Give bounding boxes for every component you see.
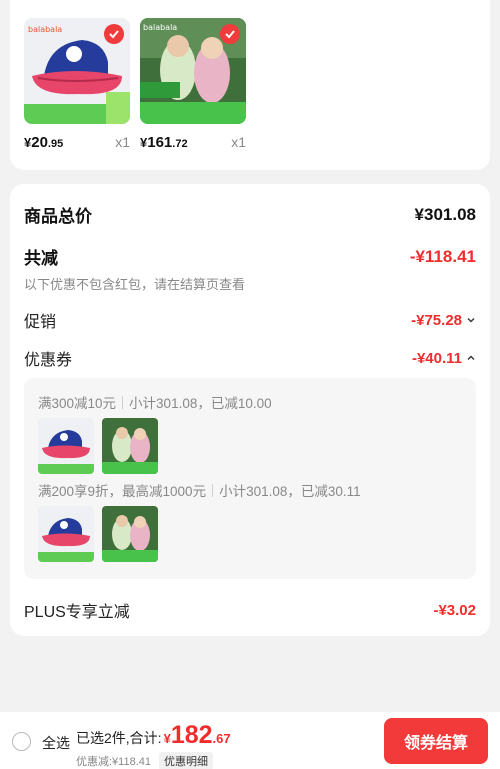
svg-text:balabala: balabala [28, 25, 62, 34]
promo-row[interactable]: 促销 -¥75.28 [24, 308, 476, 332]
chevron-up-icon[interactable] [466, 353, 476, 363]
total-discount-row: 共减 -¥118.41 [24, 244, 476, 269]
checkout-button[interactable]: 领券结算 [384, 718, 488, 764]
divider [122, 395, 124, 409]
product-quantity: x1 [115, 134, 130, 150]
coupon-value-wrap[interactable]: -¥40.11 [412, 350, 476, 367]
price-breakdown-card: 商品总价 ¥301.08 共减 -¥118.41 以下优惠不包含红包，请在结算页… [10, 184, 490, 636]
product-image-cap[interactable]: balabala [24, 18, 130, 124]
selected-check-icon[interactable] [104, 24, 124, 44]
coupon-rule: 满200享9折，最高减1000元 [38, 484, 207, 499]
promo-value-wrap[interactable]: -¥75.28 [411, 312, 476, 329]
total-integer: 182 [170, 721, 213, 749]
coupon-detail-panel: 满300减10元 小计301.08，已减10.00 满200享9折，最高减100… [24, 378, 476, 579]
coupon-product-thumb-outfit [102, 418, 158, 474]
total-currency: ¥ [163, 731, 171, 746]
coupon-row[interactable]: 优惠券 -¥40.11 [24, 346, 476, 370]
coupon-product-thumb-cap [38, 418, 94, 474]
selected-check-icon[interactable] [220, 24, 240, 44]
goods-total-row: 商品总价 ¥301.08 [24, 202, 476, 227]
coupon-rule-line: 满200享9折，最高减1000元 小计301.08，已减30.11 [38, 480, 361, 500]
total-discount-label: 共减 [24, 249, 58, 268]
discount-summary: 优惠减:¥118.41 优惠明细 [76, 752, 214, 769]
total-discount-value: -¥118.41 [409, 246, 476, 266]
coupon-value: -¥40.11 [411, 349, 462, 367]
discount-detail-button[interactable]: 优惠明细 [159, 752, 214, 769]
product-item[interactable]: balabala ¥161.72 x1 [140, 18, 246, 151]
select-all-label[interactable]: 全选 [42, 733, 70, 753]
product-price: ¥20.95 [24, 134, 64, 151]
promo-value: -¥75.28 [411, 311, 462, 329]
product-price: ¥161.72 [140, 134, 188, 151]
discount-note: 以下优惠不包含红包，请在结算页查看 [24, 277, 246, 292]
divider [212, 483, 214, 497]
checkout-bar: 全选 已选2件,合计: ¥ 182 .67 优惠减:¥118.41 优惠明细 领… [0, 712, 500, 769]
coupon-product-thumb-cap [38, 506, 94, 562]
plus-value: -¥3.02 [433, 601, 476, 619]
coupon-detail: 小计301.08，已减30.11 [219, 484, 361, 499]
coupon-rule: 满300减10元 [38, 396, 117, 411]
order-total: 已选2件,合计: ¥ 182 .67 [76, 721, 231, 750]
total-decimal: .67 [212, 731, 231, 746]
plus-discount-row: PLUS专享立减 -¥3.02 [24, 598, 476, 622]
coupon-rule-line: 满300减10元 小计301.08，已减10.00 [38, 392, 272, 412]
product-quantity: x1 [231, 134, 246, 150]
goods-total-value: ¥301.08 [414, 204, 476, 224]
product-image-kids-outfit[interactable]: balabala [140, 18, 246, 124]
selected-count-text: 已选2件,合计: [76, 730, 162, 746]
svg-text:balabala: balabala [143, 23, 177, 32]
coupon-label: 优惠券 [24, 352, 73, 369]
chevron-down-icon[interactable] [466, 315, 476, 325]
coupon-product-thumb-outfit [102, 506, 158, 562]
product-item[interactable]: balabala ¥20.95 x1 [24, 18, 130, 151]
goods-total-label: 商品总价 [24, 207, 92, 226]
coupon-detail: 小计301.08，已减10.00 [129, 396, 272, 411]
plus-label: PLUS专享立减 [24, 604, 130, 621]
selected-products-card: balabala ¥20.95 x1 balabala ¥161.72 x1 [10, 0, 490, 170]
promo-label: 促销 [24, 314, 57, 331]
discount-amount-text: 优惠减:¥118.41 [76, 756, 152, 768]
select-all-radio[interactable] [12, 732, 31, 751]
